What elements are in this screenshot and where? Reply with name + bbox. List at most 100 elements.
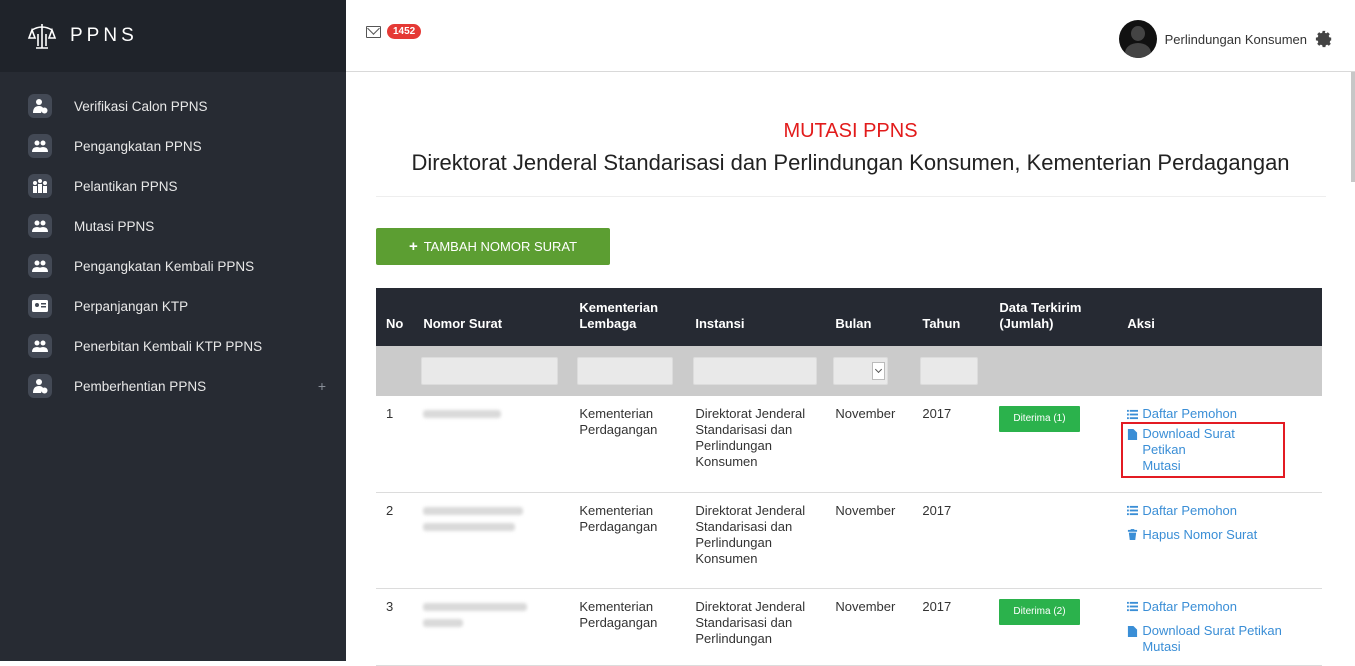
sidebar-item-label: Penerbitan Kembali KTP PPNS: [74, 338, 263, 354]
filter-row: [376, 346, 1322, 396]
status-badge: Diterima (2): [999, 598, 1080, 625]
user-check-icon: [28, 94, 52, 118]
filter-kementerian-input[interactable]: [577, 357, 674, 385]
divider: [376, 196, 1326, 197]
cell-tahun: 2017: [922, 502, 952, 518]
cell-kementerian: Kementerian Perdagangan: [579, 598, 658, 630]
user-name: Perlindungan Konsumen: [1164, 31, 1307, 47]
filter-instansi-input[interactable]: [693, 357, 818, 385]
users-icon: [28, 254, 52, 278]
list-icon: [1127, 601, 1139, 612]
sidebar-item-pemberhentian[interactable]: Pemberhentian PPNS +: [0, 366, 346, 406]
list-icon: [1127, 409, 1139, 419]
col-bulan[interactable]: Bulan: [825, 288, 912, 346]
mail-count-badge: 1452: [387, 24, 422, 39]
table-row: 2 Kementerian Perdagangan Direktorat Jend…: [376, 492, 1322, 588]
daftar-pemohon-link[interactable]: Daftar Pemohon: [1127, 599, 1312, 615]
sidebar: PPNS Verifikasi Calon PPNS Pengangkatan …: [0, 0, 346, 661]
filter-nomor-input[interactable]: [421, 357, 559, 385]
sidebar-item-label: Mutasi PPNS: [74, 218, 155, 234]
cell-instansi: Direktorat Jenderal Standarisasi dan Perli…: [695, 598, 806, 646]
cell-aksi: Daftar Pemohon Download Surat Petikan Mut…: [1117, 588, 1322, 665]
sidebar-item-label: Perpanjangan KTP: [74, 298, 189, 314]
cell-status: [989, 492, 1117, 588]
cell-kementerian: Kementerian Perdagangan: [579, 502, 658, 534]
mutasi-table: No Nomor Surat Kementerian Lembaga Instan…: [376, 288, 1322, 666]
cell-tahun: 2017: [922, 406, 952, 421]
id-card-icon: [28, 294, 52, 318]
users-group-icon: [28, 174, 52, 198]
filter-tahun-input[interactable]: [920, 357, 979, 385]
cell-bulan: November: [835, 406, 896, 421]
avatar: [1118, 20, 1157, 58]
table-row: 1 Kementerian Perdagangan Direktorat Jend…: [376, 396, 1322, 492]
plus-icon: +: [408, 238, 418, 255]
download-surat-link[interactable]: Download Surat Petikan Mutasi: [1127, 623, 1312, 655]
col-no[interactable]: No: [376, 288, 413, 346]
scrollbar[interactable]: [1351, 72, 1355, 182]
cell-nomor-redacted: [413, 588, 569, 665]
cell-nomor-redacted: [413, 492, 569, 588]
status-badge: Diterima (1): [999, 406, 1080, 432]
cell-bulan: November: [835, 598, 896, 614]
expand-icon[interactable]: +: [318, 378, 326, 394]
add-letter-number-button[interactable]: + TAMBAH NOMOR SURAT: [376, 228, 610, 265]
brand[interactable]: PPNS: [0, 0, 346, 72]
list-icon: [1127, 505, 1139, 516]
sidebar-item-label: Pelantikan PPNS: [74, 178, 178, 194]
cell-instansi: Direktorat Jenderal Standarisasi dan Perli…: [695, 502, 806, 566]
cell-status: Diterima (2): [989, 588, 1117, 665]
col-nomor-surat[interactable]: Nomor Surat: [413, 288, 569, 346]
brand-name: PPNS: [70, 25, 138, 46]
cell-bulan: November: [835, 502, 896, 518]
cell-aksi: Daftar Pemohon Download Surat Petikan Mut…: [1117, 396, 1322, 492]
file-icon: [1128, 625, 1138, 637]
col-tahun[interactable]: Tahun: [912, 288, 989, 346]
main-content: MUTASI PPNS Direktorat Jenderal Standari…: [346, 72, 1355, 665]
daftar-pemohon-link[interactable]: Daftar Pemohon: [1127, 503, 1312, 519]
hapus-nomor-surat-link[interactable]: Hapus Nomor Surat: [1127, 527, 1312, 543]
sidebar-item-penerbitan-ktp[interactable]: Penerbitan Kembali KTP PPNS: [0, 326, 346, 366]
daftar-pemohon-link[interactable]: Daftar Pemohon: [1127, 406, 1312, 422]
cell-no: 3: [386, 598, 394, 614]
users-icon: [28, 334, 52, 358]
scales-logo-icon: [27, 24, 57, 49]
filter-bulan-select[interactable]: [833, 357, 889, 385]
cell-aksi: Daftar Pemohon Hapus Nomor Surat: [1117, 492, 1322, 588]
sidebar-item-mutasi[interactable]: Mutasi PPNS: [0, 206, 346, 246]
sidebar-item-label: Verifikasi Calon PPNS: [74, 98, 208, 114]
col-data-terkirim[interactable]: Data Terkirim (Jumlah): [989, 288, 1117, 346]
col-instansi[interactable]: Instansi: [685, 288, 825, 346]
cell-status: Diterima (1): [989, 396, 1117, 492]
file-icon: [1128, 429, 1138, 440]
topbar: 1452 Perlindungan Konsumen: [346, 0, 1355, 72]
page-title: MUTASI PPNS: [783, 120, 918, 142]
sidebar-item-label: Pemberhentian PPNS: [74, 378, 207, 394]
cell-no: 2: [386, 502, 394, 518]
col-kementerian[interactable]: Kementerian Lembaga: [569, 288, 685, 346]
page-subtitle: Direktorat Jenderal Standarisasi dan Per…: [411, 150, 1290, 175]
sidebar-item-pelantikan[interactable]: Pelantikan PPNS: [0, 166, 346, 206]
add-button-label: TAMBAH NOMOR SURAT: [423, 239, 578, 254]
chevron-down-icon: [872, 362, 886, 380]
sidebar-item-pengangkatan[interactable]: Pengangkatan PPNS: [0, 126, 346, 166]
cell-instansi: Direktorat Jenderal Standarisasi dan Perli…: [695, 406, 806, 469]
user-menu[interactable]: Perlindungan Konsumen: [1118, 20, 1333, 58]
mail-notification[interactable]: 1452: [366, 24, 422, 39]
sidebar-item-perpanjangan-ktp[interactable]: Perpanjangan KTP: [0, 286, 346, 326]
sidebar-item-pengangkatan-kembali[interactable]: Pengangkatan Kembali PPNS: [0, 246, 346, 286]
cell-tahun: 2017: [922, 598, 952, 614]
cell-kementerian: Kementerian Perdagangan: [579, 406, 658, 437]
col-aksi: Aksi: [1127, 316, 1155, 331]
user-check-icon: [28, 374, 52, 398]
sidebar-item-verifikasi[interactable]: Verifikasi Calon PPNS: [0, 86, 346, 126]
gear-icon[interactable]: [1315, 30, 1333, 48]
download-surat-link[interactable]: Download Surat Petikan Mutasi: [1127, 426, 1279, 474]
sidebar-menu: Verifikasi Calon PPNS Pengangkatan PPNS …: [0, 72, 346, 406]
table-header-row: No Nomor Surat Kementerian Lembaga Instan…: [376, 288, 1322, 346]
sidebar-item-label: Pengangkatan Kembali PPNS: [74, 258, 255, 274]
mail-icon: [366, 25, 381, 38]
users-icon: [28, 214, 52, 238]
cell-no: 1: [386, 406, 394, 421]
users-icon: [28, 134, 52, 158]
